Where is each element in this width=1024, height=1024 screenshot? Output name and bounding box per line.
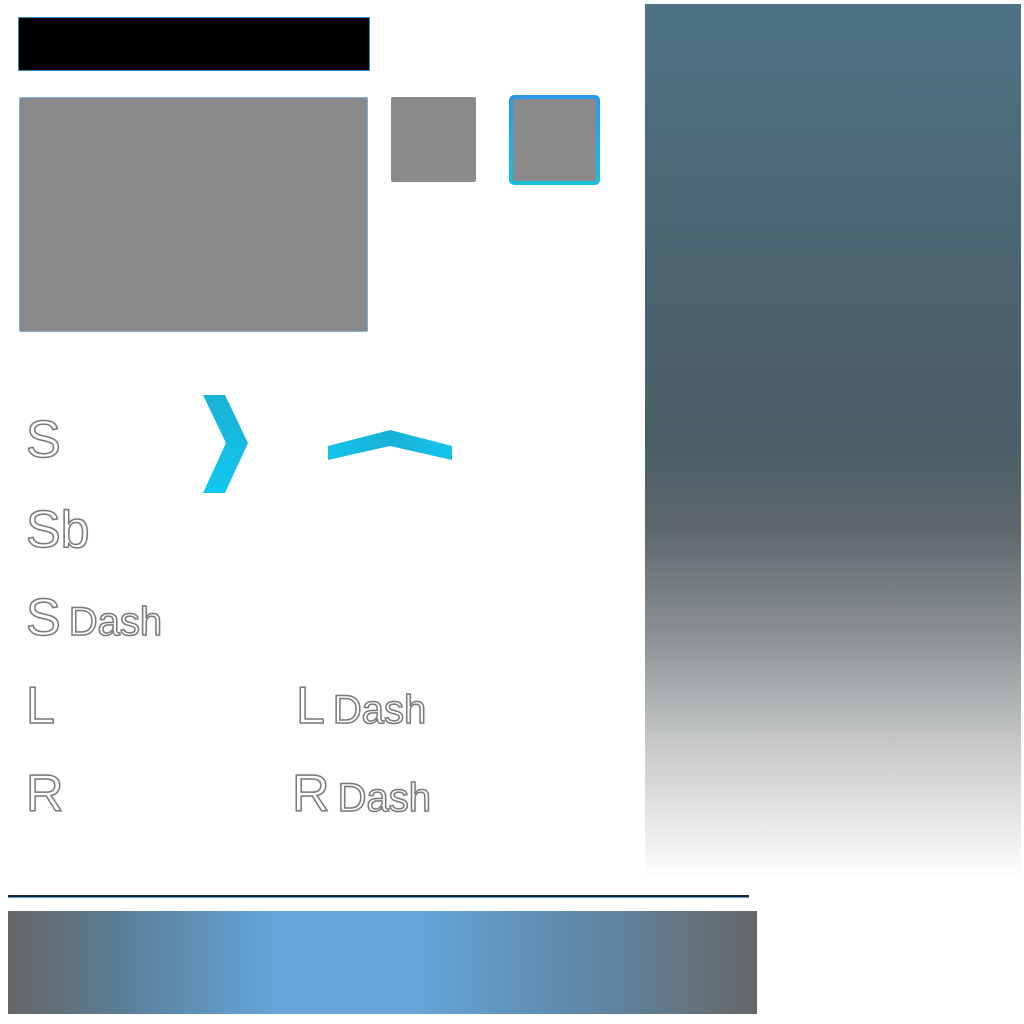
label-r-dash-word: Dash	[337, 776, 432, 820]
label-s: S	[25, 411, 61, 469]
label-l-dash: L Dash	[295, 677, 427, 735]
preview-panel	[19, 97, 368, 332]
label-l-dash-word: Dash	[332, 688, 427, 732]
divider	[8, 895, 749, 898]
title-bar	[18, 17, 370, 71]
swatch-fill	[513, 99, 596, 181]
page: S Sb S Dash L R L Dash R Dash	[0, 0, 1024, 1024]
swatch-option-selected[interactable]	[509, 95, 600, 185]
label-s-dash: S Dash	[25, 589, 163, 647]
label-s-dash-letter: S	[25, 589, 61, 647]
chevron-up-icon[interactable]	[326, 428, 454, 464]
chevron-right-icon[interactable]	[200, 393, 252, 495]
label-s-dash-word: Dash	[68, 600, 163, 644]
label-r-dash: R Dash	[291, 765, 432, 823]
label-l: L	[25, 677, 55, 735]
label-l-dash-letter: L	[295, 677, 325, 735]
footer-bar	[8, 911, 757, 1014]
side-panel	[645, 4, 1021, 880]
label-sb: Sb	[25, 501, 90, 559]
label-r: R	[25, 765, 64, 823]
swatch-option[interactable]	[391, 97, 476, 182]
label-r-dash-letter: R	[291, 765, 330, 823]
